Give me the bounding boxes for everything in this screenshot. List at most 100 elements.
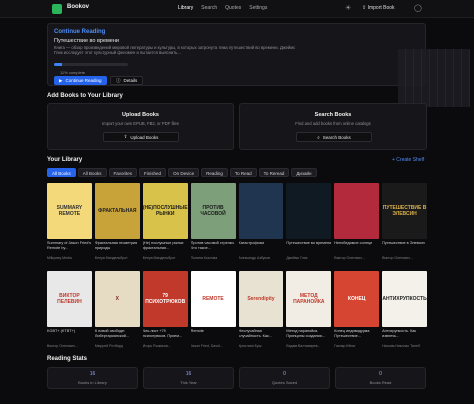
nav-quotes[interactable]: Quotes — [225, 5, 241, 11]
filter-chip[interactable]: Favorites — [108, 168, 138, 177]
filter-chip[interactable]: Finished — [139, 168, 167, 177]
app-name: Bookov — [67, 4, 90, 10]
book-author: Мюррей Ротбард — [94, 344, 123, 348]
search-subtitle: Find and add books from online catalogs — [295, 121, 371, 126]
book-title: Метод паранойка. Принципы создания... — [286, 329, 326, 338]
import-book-button[interactable]: ⇪ Import Book — [362, 5, 395, 11]
shelf-filters: All Books All Books Favorites Finished On De… — [47, 168, 317, 177]
book-card[interactable]: Путешествие во времени Джеймс Глик — [286, 183, 332, 268]
book-cover: ПРОТИВ ЧАСОВОЙ — [190, 183, 236, 239]
book-card[interactable]: REMOTE Remote Jason Fried, David... — [190, 271, 236, 356]
app-logo[interactable] — [52, 4, 62, 14]
search-books-card: Search Books Find and add books from onl… — [239, 103, 427, 150]
upload-subtitle: Import your own EPUB, FB2, or PDF files — [102, 121, 179, 126]
filter-chip[interactable]: To Reread — [258, 168, 290, 177]
stat-card: 16 This Year — [143, 367, 234, 389]
book-title: Путешествие в Элевсин — [382, 241, 425, 245]
nav-settings[interactable]: Settings — [249, 5, 267, 11]
main-nav: Library Search Quotes Settings — [178, 5, 267, 11]
upload-books-button[interactable]: ⇪ Upload Books — [103, 132, 179, 142]
book-card[interactable]: Катастрофизм Александр Азбуков — [238, 183, 284, 268]
book-cover: (НЕ)ПОСЛУШНЫЕ РЫНКИ — [142, 183, 188, 239]
book-cover: X — [94, 271, 140, 327]
book-author: Milkyway Media — [47, 256, 72, 260]
search-books-button[interactable]: ⌕ Search Books — [296, 132, 372, 142]
book-title: К новой свободе: Либертарианский... — [94, 329, 129, 338]
your-library-heading: Your Library — [47, 157, 83, 163]
book-cover — [238, 183, 284, 239]
current-book-cover — [398, 49, 470, 107]
details-label: Details — [123, 78, 138, 83]
details-button[interactable]: ⓘ Details — [110, 76, 144, 85]
continue-reading-button[interactable]: ▶ Continue Reading — [54, 76, 107, 85]
stat-value: 16 — [89, 371, 96, 377]
book-title: Против часовой стрелки. Что такое... — [190, 241, 235, 250]
book-card[interactable]: (НЕ)ПОСЛУШНЫЕ РЫНКИ (Не) послушные рынки:… — [142, 183, 188, 268]
import-book-label: Import Book — [367, 5, 395, 11]
book-author: Бенуа Мандельброт — [142, 256, 176, 260]
book-cover: ФРАКТАЛЬНАЯ — [94, 183, 140, 239]
user-icon[interactable]: ◯ — [414, 4, 422, 12]
book-card[interactable]: ПРОТИВ ЧАСОВОЙ Против часовой стрелки. Чт… — [190, 183, 236, 268]
filter-chip[interactable]: All Books — [77, 168, 107, 177]
filter-chip[interactable]: All Books — [47, 168, 76, 177]
book-card[interactable]: SUMMARY REMOTE Summary of Jason Fried's R… — [47, 183, 92, 268]
book-card[interactable]: ФРАКТАЛЬНАЯ Фрактальная геометрия природы… — [94, 183, 140, 268]
add-books-heading: Add Books to Your Library — [47, 93, 123, 99]
book-card[interactable]: ПУТЕШЕСТВИЕ В ЭЛЕВСИН Путешествие в Элевс… — [382, 183, 427, 268]
book-cover: МЕТОД ПАРАНОЙКА — [286, 271, 332, 327]
reading-progress-bar — [54, 63, 128, 66]
continue-book-title: Путешествие во времени — [54, 38, 119, 44]
stat-value: 16 — [185, 371, 192, 377]
book-title: Катастрофизм — [238, 241, 265, 245]
upload-title: Upload Books — [122, 112, 159, 118]
stat-card: 0 Quotes Saved — [239, 367, 330, 389]
continue-book-description: Книга — обзор произведений мировой литер… — [54, 45, 296, 56]
book-title: KGBT+ (KTBT+) — [47, 329, 76, 333]
continue-reading-card[interactable]: Continue Reading Путешествие во времени … — [47, 23, 470, 107]
book-title: (Не) послушные рынки: фрактальная... — [142, 241, 185, 250]
book-card[interactable]: ВИКТОР ПЕЛЕВИН KGBT+ (KTBT+) Виктор Олегов… — [47, 271, 92, 356]
book-author: Виктор Олегович... — [47, 344, 78, 348]
stat-value: 0 — [283, 371, 286, 377]
book-title: Непобедимое солнце — [334, 241, 373, 245]
book-grid: SUMMARY REMOTE Summary of Jason Fried's R… — [47, 183, 427, 356]
search-title: Search Books — [314, 112, 352, 118]
stat-label: Books Read — [369, 380, 392, 385]
book-card[interactable]: Непобедимое солнце Виктор Олегович... — [334, 183, 380, 268]
stat-label: Quotes Saved — [271, 380, 298, 385]
book-card[interactable]: X К новой свободе: Либертарианский... Мюрр… — [94, 271, 140, 356]
nav-search[interactable]: Search — [201, 5, 217, 11]
book-title: Путешествие во времени — [286, 241, 332, 245]
book-card[interactable]: АНТИХРУПКОСТЬ Антихрупкость. Как извлечь.… — [382, 271, 427, 356]
book-title: Remote — [190, 329, 204, 333]
upload-icon: ⇪ — [123, 134, 128, 139]
continue-reading-label: Continue Reading — [65, 78, 102, 83]
book-card[interactable]: МЕТОД ПАРАНОЙКА Метод паранойка. Принципы… — [286, 271, 332, 356]
book-author: Jason Fried, David... — [190, 344, 223, 348]
filter-chip[interactable]: Дизайн — [291, 168, 317, 177]
create-shelf-button[interactable]: + Create Shelf — [392, 157, 424, 163]
theme-toggle-icon[interactable]: ☀ — [345, 4, 351, 12]
book-author: Бенуа Мандельброт — [94, 256, 128, 260]
book-card[interactable]: Serendipity Неслучайная случайность. Как.… — [238, 271, 284, 356]
continue-heading: Continue Reading — [54, 29, 106, 35]
info-icon: ⓘ — [116, 77, 121, 83]
book-cover: КОНЕЦ — [334, 271, 380, 327]
book-cover: АНТИХРУПКОСТЬ — [382, 271, 427, 327]
book-title: Неслучайная случайность. Как... — [238, 329, 272, 338]
filter-chip[interactable]: Reading — [201, 168, 228, 177]
stat-card: 0 Books Read — [335, 367, 426, 389]
book-card[interactable]: КОНЕЦ Конец индивидуума. Путешествие... Га… — [334, 271, 380, 356]
book-cover: ПУТЕШЕСТВИЕ В ЭЛЕВСИН — [382, 183, 427, 239]
filter-chip[interactable]: On Device — [168, 168, 200, 177]
book-card[interactable]: 79 ПСИХОТРЮКОВ Чек-лист +79 психотрюков. … — [142, 271, 188, 356]
book-author: Александр Азбуков — [238, 256, 270, 260]
filter-chip[interactable]: To Read — [229, 168, 257, 177]
search-books-label: Search Books — [322, 134, 351, 140]
nav-library[interactable]: Library — [178, 5, 193, 11]
book-title: Чек-лист +79 психотрюков. Прием... — [142, 329, 183, 338]
upload-books-card: Upload Books Import your own EPUB, FB2, … — [47, 103, 234, 150]
stat-label: Books in Library — [78, 380, 107, 385]
search-icon: ⌕ — [317, 134, 320, 140]
